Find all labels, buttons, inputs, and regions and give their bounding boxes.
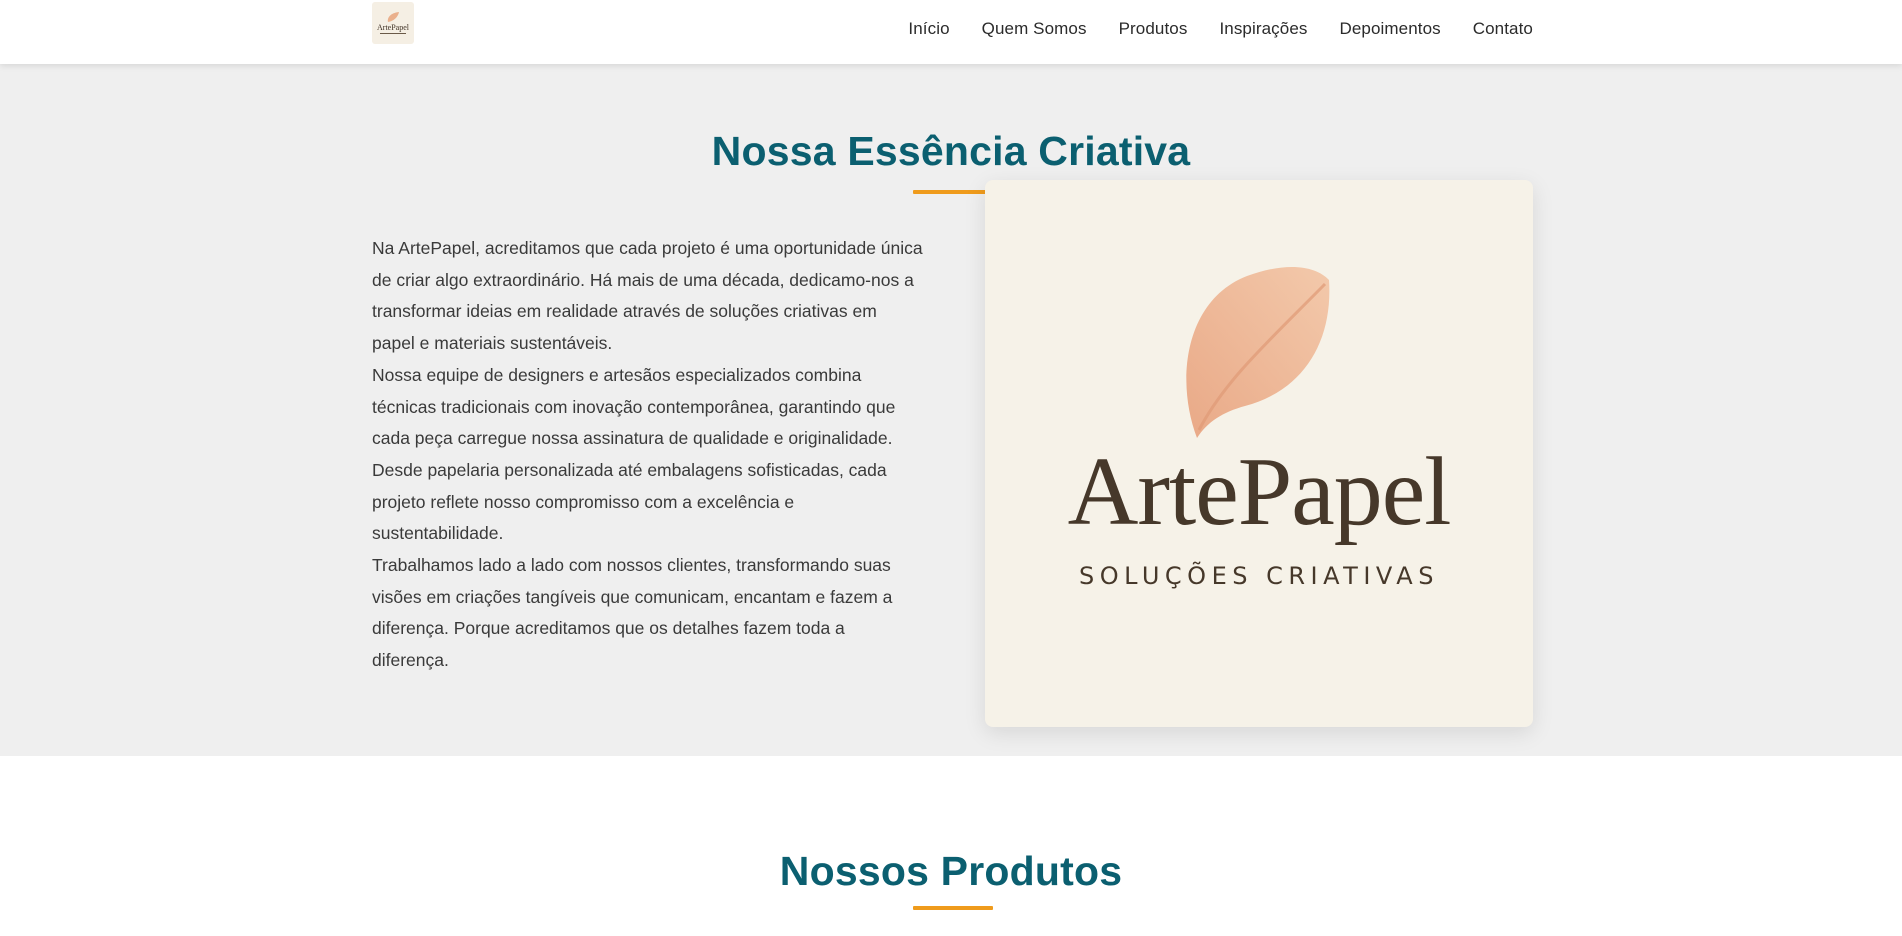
about-section: Nossa Essência Criativa Na ArtePapel, ac… xyxy=(0,64,1902,756)
about-title-underline xyxy=(913,190,993,194)
site-header: ArtePapel Início Quem Somos Produtos Ins… xyxy=(0,0,1902,64)
about-paragraph: Trabalhamos lado a lado com nossos clien… xyxy=(372,555,893,671)
logo-wordmark: ArtePapel xyxy=(377,23,409,32)
products-section: Nossos Produtos xyxy=(0,756,1902,936)
about-paragraph: Nossa equipe de designers e artesãos esp… xyxy=(372,364,896,449)
nav-produtos[interactable]: Produtos xyxy=(1119,19,1188,39)
products-title-underline xyxy=(913,906,993,910)
leaf-icon xyxy=(387,12,399,22)
about-text: Na ArtePapel, acreditamos que cada proje… xyxy=(372,233,924,677)
about-title: Nossa Essência Criativa xyxy=(711,128,1191,174)
nav-quem-somos[interactable]: Quem Somos xyxy=(982,19,1087,39)
about-paragraph: Desde papelaria personalizada até embala… xyxy=(372,459,887,544)
nav-depoimentos[interactable]: Depoimentos xyxy=(1339,19,1440,39)
main-nav: Início Quem Somos Produtos Inspirações D… xyxy=(908,0,1533,58)
brand-tagline: SOLUÇÕES CRIATIVAS xyxy=(1079,562,1439,590)
brand-image: ArtePapel SOLUÇÕES CRIATIVAS xyxy=(985,180,1533,727)
nav-inicio[interactable]: Início xyxy=(908,19,949,39)
products-title: Nossos Produtos xyxy=(779,848,1123,894)
logo-tagline-line xyxy=(380,33,406,35)
nav-inspiracoes[interactable]: Inspirações xyxy=(1219,19,1307,39)
brand-wordmark: ArtePapel xyxy=(1067,438,1452,546)
nav-contato[interactable]: Contato xyxy=(1473,19,1533,39)
about-paragraph: Na ArtePapel, acreditamos que cada proje… xyxy=(372,238,923,354)
site-logo[interactable]: ArtePapel xyxy=(372,2,414,44)
